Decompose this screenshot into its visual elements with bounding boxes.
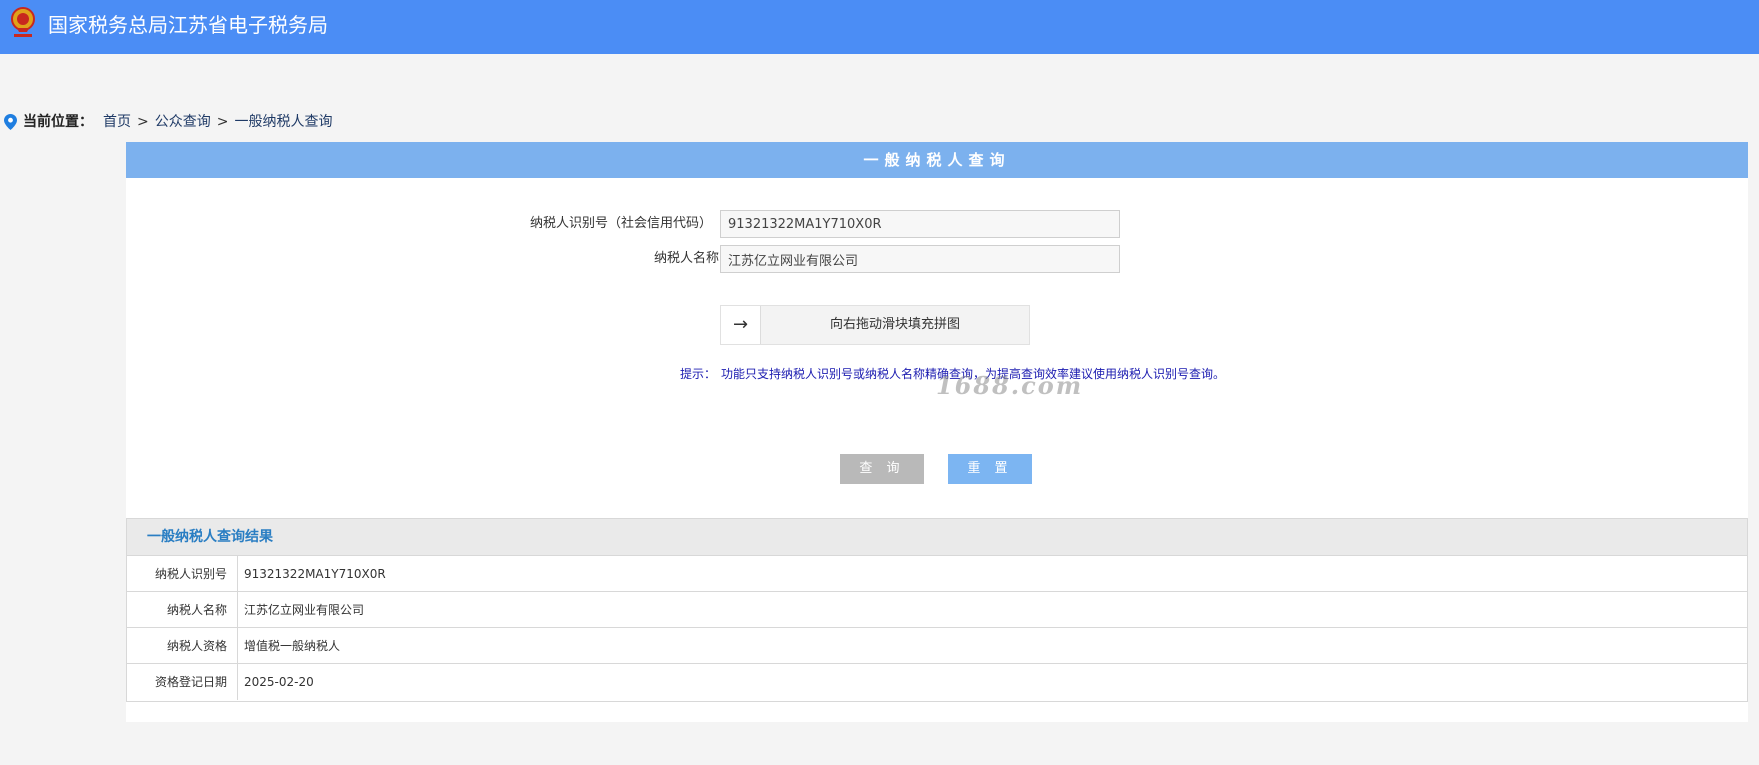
breadcrumb: 当前位置： 首页 > 公众查询 > 一般纳税人查询 bbox=[4, 111, 332, 133]
watermark: 1688.com bbox=[936, 371, 1084, 400]
row-value: 增值税一般纳税人 bbox=[244, 639, 341, 653]
result-table: 一般纳税人查询结果 纳税人识别号 91321322MA1Y710X0R 纳税人名… bbox=[126, 518, 1748, 702]
reset-button[interactable]: 重 置 bbox=[948, 454, 1032, 484]
row-value: 91321322MA1Y710X0R bbox=[244, 567, 386, 581]
slider-instruction: 向右拖动滑块填充拼图 bbox=[829, 317, 960, 332]
breadcrumb-home-link[interactable]: 首页 bbox=[103, 114, 131, 130]
breadcrumb-separator: > bbox=[216, 114, 229, 130]
table-row: 资格登记日期 2025-02-20 bbox=[127, 664, 1747, 700]
query-panel: 一般纳税人查询 纳税人识别号（社会信用代码） 纳税人名称 → 向右拖动滑块填充拼… bbox=[126, 142, 1748, 722]
row-key: 纳税人名称 bbox=[127, 592, 238, 627]
row-key: 纳税人识别号 bbox=[127, 556, 238, 591]
table-row: 纳税人名称 江苏亿立网业有限公司 bbox=[127, 592, 1747, 628]
row-value: 2025-02-20 bbox=[244, 675, 314, 689]
arrow-right-icon: → bbox=[732, 314, 749, 335]
taxpayer-name-input[interactable] bbox=[720, 245, 1120, 273]
query-panel-title: 一般纳税人查询 bbox=[126, 142, 1748, 178]
query-button[interactable]: 查 询 bbox=[840, 454, 924, 484]
taxpayer-name-label: 纳税人名称 bbox=[653, 251, 719, 266]
location-pin-icon bbox=[4, 114, 17, 130]
breadcrumb-separator: > bbox=[137, 114, 149, 130]
table-row: 纳税人识别号 91321322MA1Y710X0R bbox=[127, 556, 1747, 592]
breadcrumb-label: 当前位置： bbox=[23, 114, 93, 130]
row-key: 纳税人资格 bbox=[127, 628, 238, 663]
tax-emblem-logo bbox=[11, 7, 35, 37]
site-title: 国家税务总局江苏省电子税务局 bbox=[48, 13, 328, 37]
captcha-slider[interactable]: → 向右拖动滑块填充拼图 bbox=[720, 305, 1030, 345]
taxpayer-id-label: 纳税人识别号（社会信用代码） bbox=[529, 216, 712, 231]
breadcrumb-current-page: 一般纳税人查询 bbox=[234, 114, 333, 130]
breadcrumb-public-query-link[interactable]: 公众查询 bbox=[155, 114, 211, 130]
table-row: 纳税人资格 增值税一般纳税人 bbox=[127, 628, 1747, 664]
row-key: 资格登记日期 bbox=[127, 664, 238, 700]
top-header-bar: 国家税务总局江苏省电子税务局 bbox=[0, 0, 1759, 54]
row-value: 江苏亿立网业有限公司 bbox=[244, 603, 365, 617]
taxpayer-id-input[interactable] bbox=[720, 210, 1120, 238]
tip-label: 提示： bbox=[680, 367, 717, 381]
result-title: 一般纳税人查询结果 bbox=[127, 519, 1747, 556]
slider-handle[interactable]: → bbox=[721, 306, 761, 344]
